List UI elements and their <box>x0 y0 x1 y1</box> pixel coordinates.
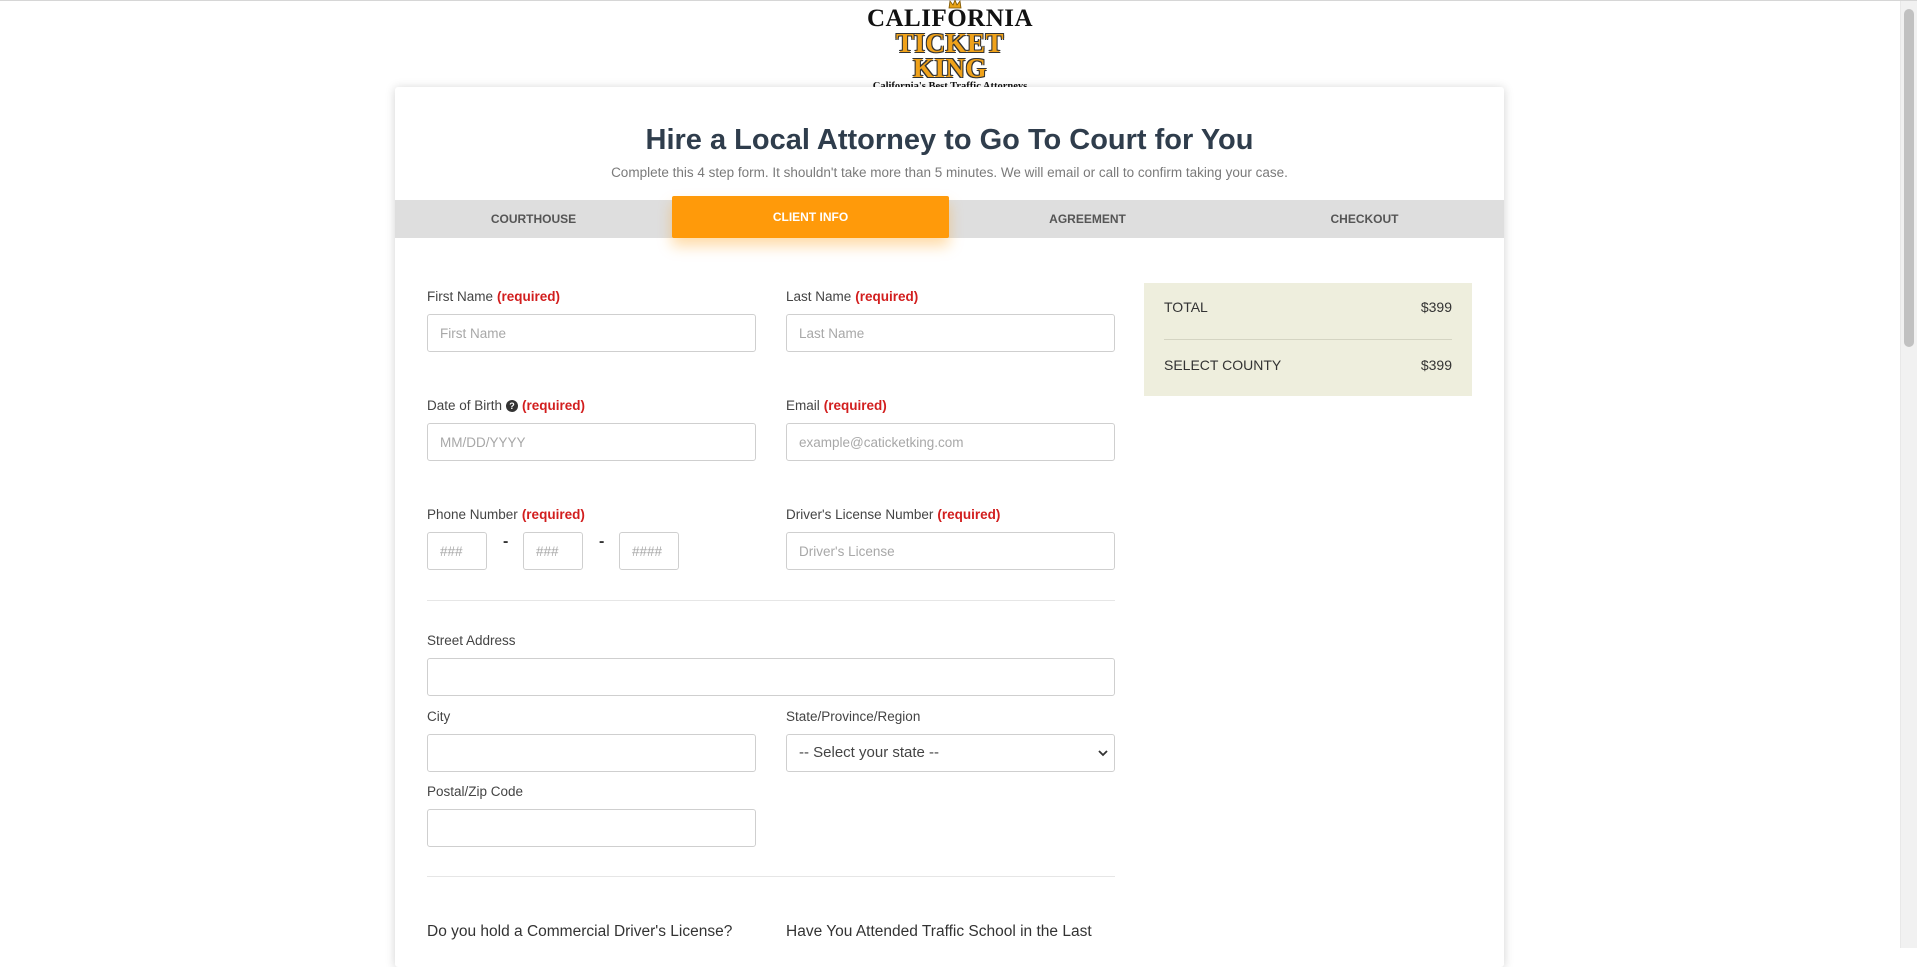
order-summary: TOTAL $399 SELECT COUNTY $399 <box>1144 283 1472 396</box>
phone-label: Phone Number (required) <box>427 507 585 522</box>
first-name-label: First Name (required) <box>427 289 561 304</box>
zip-input[interactable] <box>427 809 756 847</box>
license-input[interactable] <box>786 532 1115 570</box>
chevron-down-icon <box>1098 750 1108 757</box>
required-marker: (required) <box>522 398 586 413</box>
required-marker: (required) <box>521 507 585 522</box>
street-address-input[interactable] <box>427 658 1115 696</box>
page-title: Hire a Local Attorney to Go To Court for… <box>645 124 1254 156</box>
tab-checkout[interactable]: CHECKOUT <box>1226 200 1503 238</box>
scrollbar-thumb[interactable] <box>1904 9 1914 347</box>
logo-line-2: TICKET KING <box>895 28 1005 83</box>
summary-row-county: SELECT COUNTY $399 <box>1164 357 1452 377</box>
license-label: Driver's License Number (required) <box>786 507 1001 522</box>
section-divider <box>427 876 1115 877</box>
summary-label: TOTAL <box>1164 299 1208 315</box>
summary-divider <box>1164 339 1452 340</box>
summary-label: SELECT COUNTY <box>1164 357 1282 373</box>
required-marker: (required) <box>823 398 887 413</box>
question-circle-icon[interactable]: ? <box>506 400 519 412</box>
required-marker: (required) <box>937 507 1001 522</box>
logo-line-1: CALIFORNIA <box>866 5 1034 32</box>
street-address-label: Street Address <box>427 633 516 648</box>
required-marker: (required) <box>497 289 561 304</box>
required-marker: (required) <box>855 289 919 304</box>
summary-value: $399 <box>1420 299 1452 315</box>
first-name-input[interactable] <box>427 314 756 352</box>
phone-line-input[interactable] <box>619 532 679 570</box>
step-tabs: COURTHOUSE CLIENT INFO AGREEMENT CHECKOU… <box>395 196 1504 238</box>
site-logo[interactable]: CALIFORNIA TICKET KING California's Best… <box>862 0 1038 92</box>
email-input[interactable] <box>786 423 1115 461</box>
summary-row-total: TOTAL $399 <box>1164 299 1452 319</box>
form-card: Hire a Local Attorney to Go To Court for… <box>395 87 1504 967</box>
traffic-school-question: Have You Attended Traffic School in the … <box>786 923 1092 940</box>
last-name-label: Last Name (required) <box>786 289 919 304</box>
commercial-license-question: Do you hold a Commercial Driver's Licens… <box>427 923 733 940</box>
summary-value: $399 <box>1420 357 1452 373</box>
last-name-input[interactable] <box>786 314 1115 352</box>
phone-separator: - <box>599 533 605 550</box>
email-label: Email (required) <box>786 398 887 413</box>
state-label: State/Province/Region <box>786 709 921 724</box>
page-subtitle: Complete this 4 step form. It shouldn't … <box>611 165 1288 180</box>
tab-agreement[interactable]: AGREEMENT <box>949 200 1226 238</box>
phone-prefix-input[interactable] <box>523 532 583 570</box>
phone-area-code-input[interactable] <box>427 532 487 570</box>
section-divider <box>427 600 1115 601</box>
tab-client-info[interactable]: CLIENT INFO <box>672 196 949 238</box>
state-select-value: -- Select your state -- <box>799 744 940 761</box>
city-input[interactable] <box>427 734 756 772</box>
dob-label: Date of Birth? (required) <box>427 398 586 413</box>
page-scrollbar[interactable] <box>1900 1 1917 948</box>
zip-label: Postal/Zip Code <box>427 784 524 799</box>
tab-courthouse[interactable]: COURTHOUSE <box>395 200 672 238</box>
city-label: City <box>427 709 451 724</box>
state-select[interactable]: -- Select your state -- <box>786 734 1115 772</box>
dob-input[interactable] <box>427 423 756 461</box>
phone-separator: - <box>503 533 509 550</box>
